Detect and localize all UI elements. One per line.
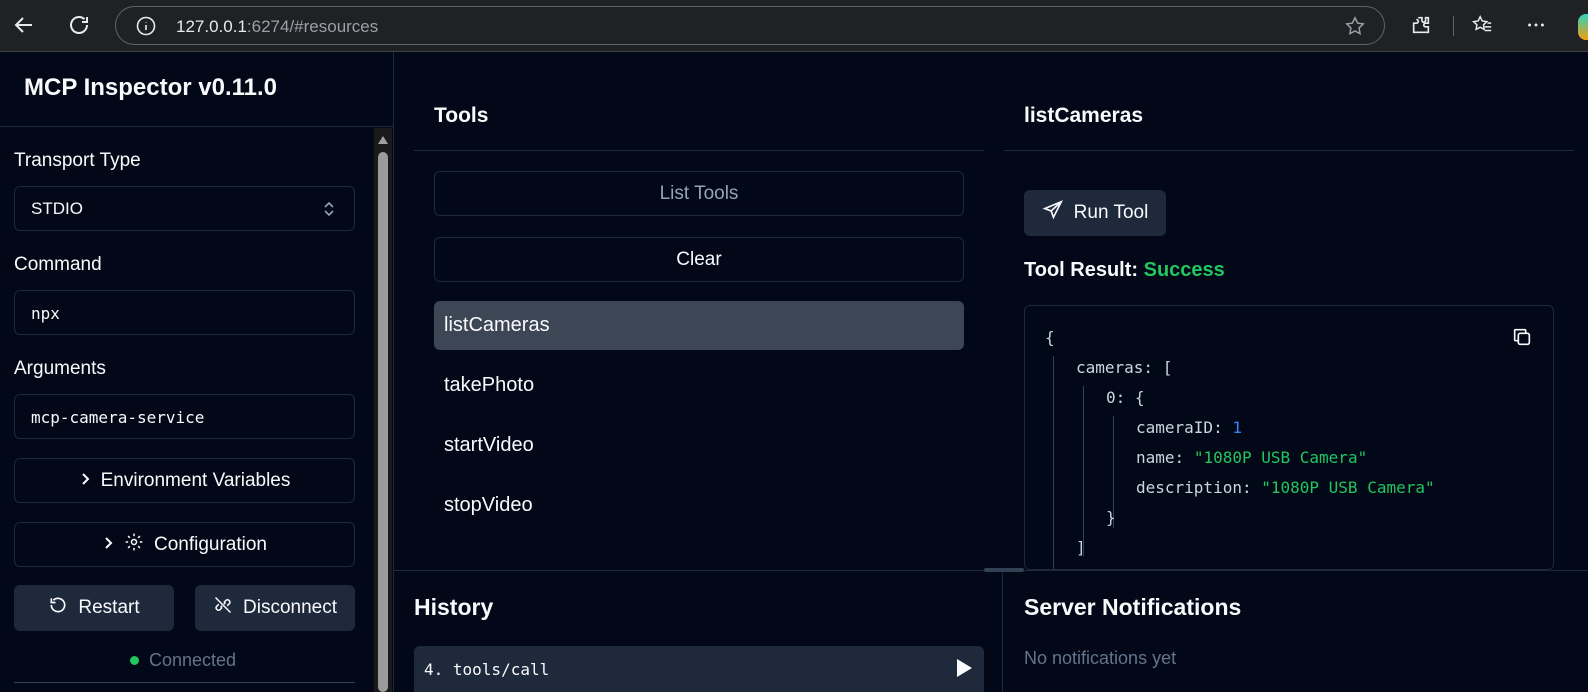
extensions-icon[interactable] [1406, 10, 1436, 40]
tool-item-listcameras[interactable]: listCameras [434, 301, 964, 350]
history-entry-label: 4. tools/call [424, 660, 550, 679]
info-icon[interactable] [136, 16, 156, 36]
restart-button[interactable]: Restart [14, 585, 174, 631]
configuration-button[interactable]: Configuration [14, 522, 355, 567]
arguments-label: Arguments [14, 358, 106, 379]
json-line: 0: { [1106, 388, 1145, 407]
command-label: Command [14, 254, 102, 275]
resize-handle[interactable] [984, 568, 1024, 572]
command-input[interactable]: npx [14, 290, 355, 335]
tool-result-label: Tool Result: [1024, 259, 1139, 281]
history-title: History [414, 594, 494, 620]
server-notifications-title: Server Notifications [1024, 594, 1242, 620]
restart-label: Restart [78, 597, 140, 618]
browser-toolbar: 127.0.0.1:6274/#resources [0, 0, 1588, 52]
run-tool-label: Run Tool [1073, 202, 1149, 223]
chevron-right-icon [79, 470, 91, 492]
bottom-panels-divider [1002, 571, 1003, 692]
clear-button[interactable]: Clear [434, 237, 964, 282]
json-line: } [1106, 508, 1116, 527]
tool-item-takephoto[interactable]: takePhoto [434, 361, 964, 410]
chevron-right-icon [102, 534, 114, 556]
sidebar-divider [0, 126, 394, 127]
json-line: description: "1080P USB Camera" [1136, 478, 1435, 497]
configuration-label: Configuration [153, 533, 268, 555]
no-notifications-text: No notifications yet [1024, 648, 1177, 668]
restart-icon [48, 595, 68, 621]
environment-variables-button[interactable]: Environment Variables [14, 458, 355, 503]
status-label: Connected [149, 650, 237, 670]
history-entry[interactable]: 4. tools/call [414, 646, 984, 692]
json-line: cameraID: 1 [1136, 418, 1242, 437]
send-icon [1042, 199, 1064, 227]
unplug-icon [213, 595, 233, 621]
app-title: MCP Inspector v0.11.0 [24, 74, 278, 101]
scrollbar-thumb[interactable] [378, 152, 388, 692]
tool-result-heading: Tool Result: Success [1024, 259, 1225, 282]
url-text[interactable]: 127.0.0.1:6274/#resources [176, 17, 378, 37]
tool-item-startvideo[interactable]: startVideo [434, 421, 964, 470]
json-indent-guide [1083, 386, 1084, 556]
disconnect-button[interactable]: Disconnect [195, 585, 355, 631]
scroll-up-arrow-icon[interactable] [378, 136, 388, 144]
transport-type-value: STDIO [31, 199, 83, 218]
json-result-viewer[interactable]: { cameras: [ 0: { cameraID: 1 name: "108… [1024, 305, 1554, 570]
tool-item-stopvideo[interactable]: stopVideo [434, 481, 964, 530]
copilot-icon[interactable] [1578, 14, 1588, 40]
play-icon[interactable] [957, 659, 972, 677]
tool-result-status: Success [1143, 259, 1225, 281]
json-line: cameras: [ [1076, 358, 1173, 377]
more-icon[interactable] [1521, 10, 1551, 40]
star-icon[interactable] [1344, 15, 1366, 42]
sidebar-bottom-divider [14, 682, 355, 683]
list-tools-button[interactable]: List Tools [434, 171, 964, 216]
toolbar-separator [1453, 16, 1454, 36]
command-value: npx [31, 304, 60, 323]
tool-detail-title: listCameras [1024, 104, 1144, 127]
tools-header-divider [414, 150, 984, 151]
disconnect-label: Disconnect [243, 597, 337, 618]
back-icon[interactable] [9, 10, 39, 40]
transport-type-select[interactable]: STDIO [14, 186, 355, 231]
arguments-value: mcp-camera-service [31, 408, 205, 427]
reload-icon[interactable] [64, 10, 94, 40]
run-tool-button[interactable]: Run Tool [1024, 190, 1166, 236]
json-indent-guide [1053, 356, 1054, 569]
chevron-up-down-icon [322, 200, 336, 223]
sidebar: MCP Inspector v0.11.0 Transport Type STD… [0, 52, 394, 692]
arguments-input[interactable]: mcp-camera-service [14, 394, 355, 439]
environment-variables-label: Environment Variables [100, 469, 291, 491]
json-line: ] [1076, 538, 1086, 557]
copy-icon[interactable] [1511, 326, 1533, 353]
detail-header-divider [1004, 150, 1574, 151]
json-line: name: "1080P USB Camera" [1136, 448, 1368, 467]
tools-title: Tools [434, 104, 489, 127]
transport-type-label: Transport Type [14, 150, 141, 171]
favorites-icon[interactable] [1467, 10, 1497, 40]
address-bar[interactable]: 127.0.0.1:6274/#resources [115, 6, 1385, 45]
json-line: { [1045, 328, 1055, 347]
gear-icon [124, 532, 144, 558]
status-dot [130, 656, 139, 665]
sidebar-scrollbar[interactable] [374, 128, 392, 692]
connection-status: Connected [130, 650, 236, 671]
